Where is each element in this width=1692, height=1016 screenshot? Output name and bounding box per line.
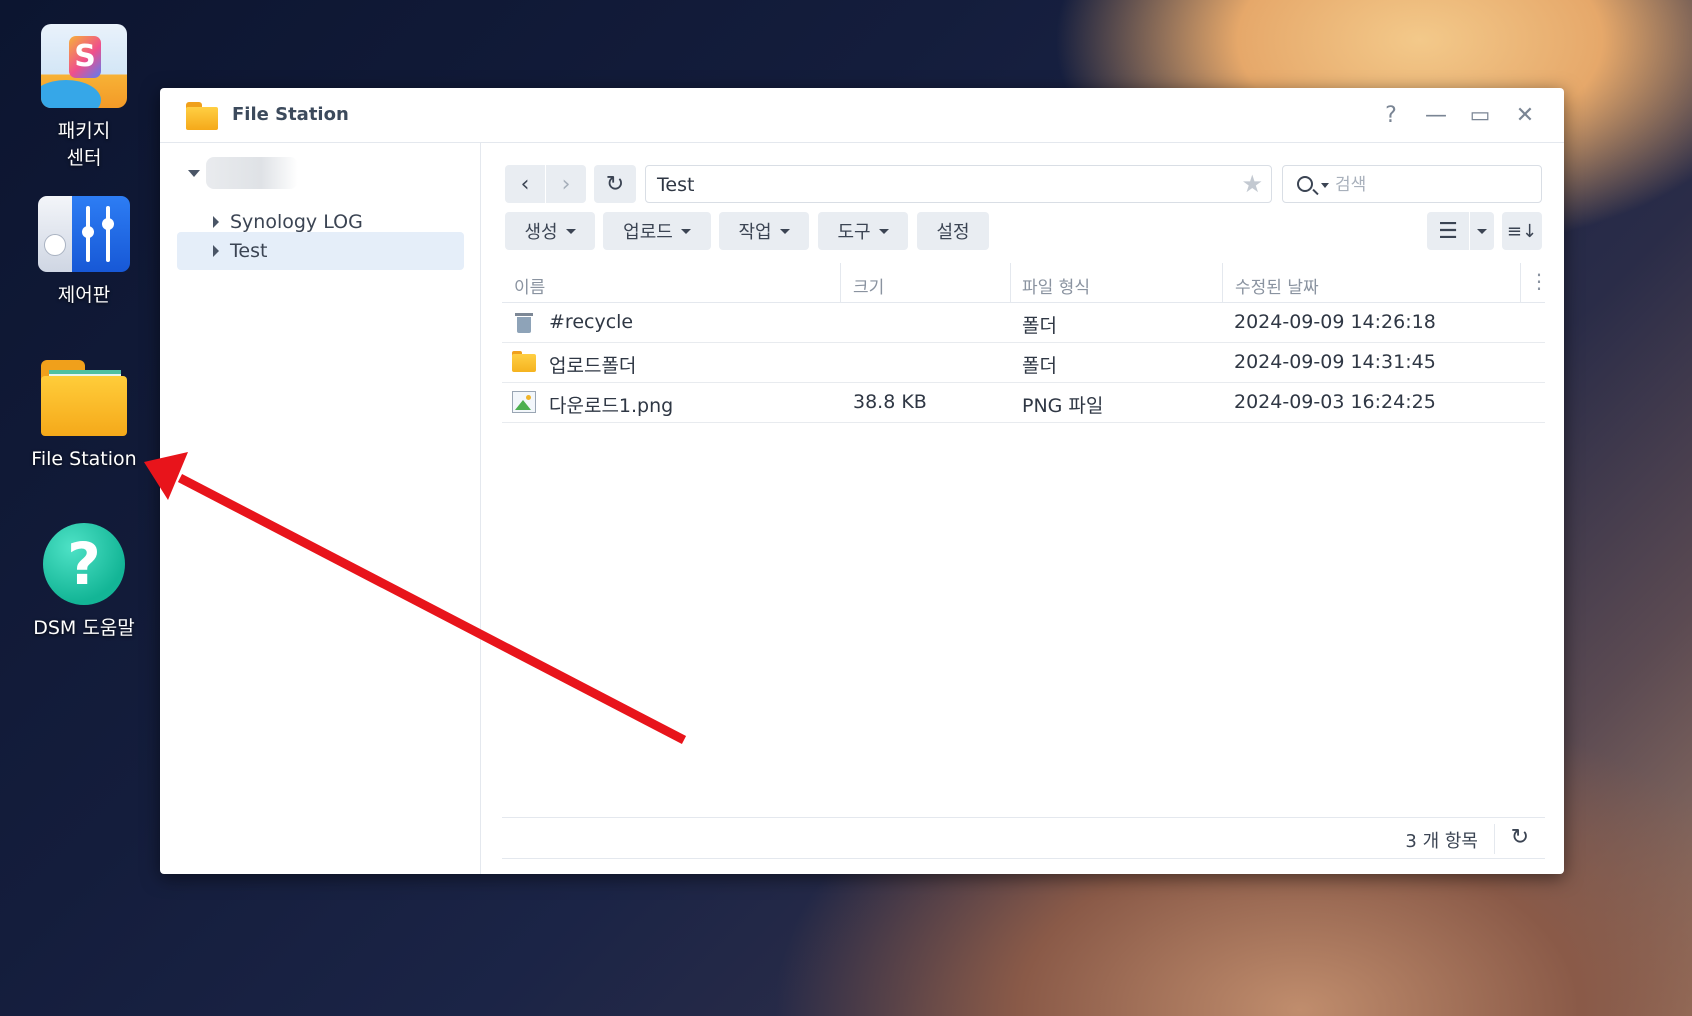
refresh-icon: ↻ [605, 171, 625, 197]
tree-node-label: Test [230, 240, 268, 262]
current-path: Test [657, 174, 695, 196]
caret-down-icon [779, 228, 790, 234]
file-modified: 2024-09-09 14:31:45 [1234, 351, 1436, 373]
file-modified: 2024-09-03 16:24:25 [1234, 391, 1436, 413]
favorite-star-icon[interactable]: ★ [1241, 170, 1263, 198]
forward-button[interactable]: › [546, 165, 586, 203]
action-menu-button[interactable]: 작업 [719, 212, 809, 250]
file-size: 38.8 KB [853, 391, 927, 413]
caret-down-icon [565, 228, 576, 234]
tree-node-label: Synology LOG [230, 211, 363, 233]
file-name: 다운로드1.png [549, 395, 674, 417]
file-type: 폴더 [1022, 355, 1057, 377]
folder-icon [186, 102, 218, 130]
folder-icon [512, 351, 536, 373]
file-type: 폴더 [1022, 315, 1057, 337]
tree-root[interactable] [188, 157, 298, 189]
button-label: 생성 [524, 222, 558, 243]
file-modified: 2024-09-09 14:26:18 [1234, 311, 1436, 333]
desktop-icon-dsm-help[interactable]: ? DSM 도움말 [19, 523, 149, 642]
desktop-icon-label: 패키지 센터 [57, 120, 111, 169]
divider [1494, 824, 1495, 854]
blurred-server-name [206, 157, 298, 189]
help-button[interactable]: ? [1376, 102, 1406, 130]
column-options-icon[interactable]: ⋮ [1529, 269, 1549, 293]
settings-button[interactable]: 설정 [917, 212, 989, 250]
file-type: PNG 파일 [1022, 395, 1104, 417]
search-options-caret-icon[interactable] [1321, 183, 1329, 188]
image-file-icon [512, 391, 536, 413]
expand-arrow-icon[interactable] [188, 169, 200, 177]
file-station-icon [41, 360, 127, 436]
button-label: 도구 [837, 222, 871, 243]
file-browser-panel: ‹ › ↻ Test ★ 생성 업로드 작업 도구 설정 [482, 143, 1564, 874]
desktop-icon-control-panel[interactable]: 제어판 [19, 196, 149, 309]
view-mode-dropdown[interactable] [1470, 212, 1494, 250]
sort-button[interactable]: ≡↓ [1502, 212, 1542, 250]
table-row[interactable]: 업로드폴더 폴더 2024-09-09 14:31:45 [502, 343, 1545, 383]
button-label: 작업 [738, 222, 772, 243]
upload-menu-button[interactable]: 업로드 [603, 212, 711, 250]
package-center-icon: S [41, 24, 127, 108]
column-header-type[interactable]: 파일 형식 [1022, 273, 1090, 298]
window-title: File Station [232, 104, 349, 125]
caret-down-icon [680, 228, 691, 234]
control-panel-icon [38, 196, 130, 272]
file-station-window: File Station ? — ▭ ✕ Synology LOG Test ‹… [160, 88, 1564, 874]
refresh-icon[interactable]: ↻ [1511, 825, 1529, 850]
tree-node-test[interactable]: Test [177, 232, 464, 270]
sort-icon: ≡↓ [1506, 220, 1538, 242]
search-icon[interactable] [1297, 176, 1313, 192]
caret-down-icon [878, 228, 889, 234]
table-row[interactable]: 다운로드1.png 38.8 KB PNG 파일 2024-09-03 16:2… [502, 383, 1545, 423]
dsm-help-icon: ? [43, 523, 125, 605]
folder-tree: Synology LOG Test [160, 143, 481, 874]
file-name: #recycle [549, 311, 634, 333]
close-button[interactable]: ✕ [1510, 102, 1540, 130]
chevron-left-icon: ‹ [520, 171, 530, 197]
collapse-arrow-icon[interactable] [213, 216, 219, 228]
status-bar: 3 개 항목 ↻ [502, 817, 1545, 859]
back-button[interactable]: ‹ [505, 165, 545, 203]
path-bar[interactable]: Test ★ [645, 165, 1272, 203]
column-header-modified[interactable]: 수정된 날짜 [1235, 273, 1319, 298]
item-count: 3 개 항목 [1405, 831, 1478, 852]
caret-down-icon [1477, 228, 1487, 234]
collapse-arrow-icon[interactable] [213, 245, 219, 257]
table-row[interactable]: #recycle 폴더 2024-09-09 14:26:18 [502, 303, 1545, 343]
column-header-name[interactable]: 이름 [514, 273, 545, 298]
file-list: 이름 크기 파일 형식 수정된 날짜 ⋮ #recycle 폴더 2024-09… [502, 263, 1549, 423]
view-mode-button[interactable]: ☰ [1427, 212, 1469, 250]
button-label: 업로드 [623, 222, 673, 243]
column-header-size[interactable]: 크기 [853, 273, 884, 298]
desktop-icon-file-station[interactable]: File Station [19, 360, 149, 473]
button-label: 설정 [936, 222, 970, 243]
file-list-header: 이름 크기 파일 형식 수정된 날짜 ⋮ [502, 263, 1549, 303]
desktop-icon-label: DSM 도움말 [33, 617, 135, 639]
create-menu-button[interactable]: 생성 [505, 212, 595, 250]
minimize-button[interactable]: — [1421, 102, 1451, 130]
file-name: 업로드폴더 [549, 355, 637, 377]
search-field[interactable] [1282, 165, 1542, 203]
desktop-icon-label: 제어판 [57, 284, 111, 306]
refresh-button[interactable]: ↻ [594, 165, 636, 203]
desktop-icon-label: File Station [31, 448, 137, 470]
desktop-icon-package-center[interactable]: S 패키지 센터 [19, 24, 149, 172]
tools-menu-button[interactable]: 도구 [818, 212, 908, 250]
list-view-icon: ☰ [1438, 218, 1458, 244]
search-input[interactable] [1335, 173, 1525, 197]
maximize-button[interactable]: ▭ [1465, 102, 1495, 130]
window-titlebar[interactable]: File Station ? — ▭ ✕ [160, 88, 1564, 143]
recycle-bin-icon [512, 311, 536, 333]
chevron-right-icon: › [561, 171, 571, 197]
